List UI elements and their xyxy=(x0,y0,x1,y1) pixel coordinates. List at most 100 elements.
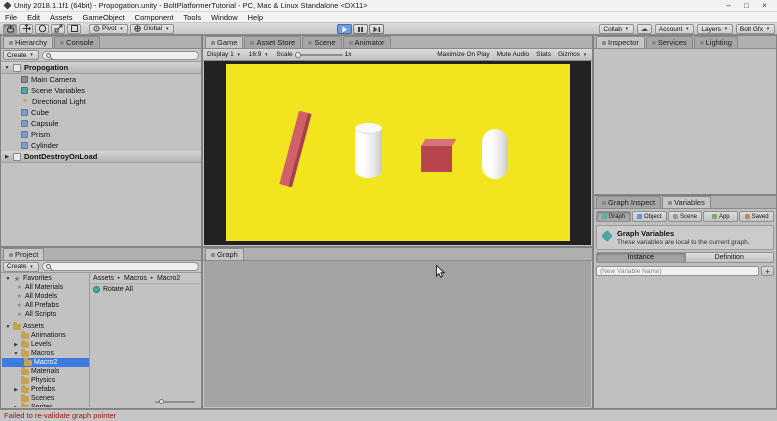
folder-expand-icon[interactable]: ▶ xyxy=(13,342,19,348)
breadcrumb-macro2[interactable]: Macro2 xyxy=(157,275,180,282)
favorite-all-materials[interactable]: ★All Materials xyxy=(2,283,89,292)
favorites-expand-icon[interactable]: ▼ xyxy=(5,276,11,282)
maximize-button[interactable]: □ xyxy=(738,1,755,11)
rect-tool-button[interactable] xyxy=(67,24,81,34)
tab-console[interactable]: Console xyxy=(54,36,100,48)
project-search-input[interactable] xyxy=(53,263,195,271)
gizmos-dropdown[interactable]: Gizmos▾ xyxy=(558,51,588,58)
rotate-tool-button[interactable] xyxy=(35,24,49,34)
aspect-dropdown[interactable]: 16:9▾ xyxy=(249,51,270,58)
stats-button[interactable]: Stats xyxy=(536,51,551,58)
assets-expand-icon[interactable]: ▼ xyxy=(5,324,11,330)
scope-app-button[interactable]: App xyxy=(703,211,738,222)
move-tool-button[interactable] xyxy=(19,24,33,34)
account-dropdown[interactable]: Account ▾ xyxy=(655,24,695,34)
tab-project[interactable]: Project xyxy=(3,248,44,260)
scale-tool-button[interactable] xyxy=(51,24,65,34)
close-button[interactable]: × xyxy=(756,1,773,11)
breadcrumb-macros[interactable]: Macros xyxy=(124,275,147,282)
step-button[interactable] xyxy=(369,24,384,34)
tab-services[interactable]: Services xyxy=(646,36,693,48)
pause-button[interactable] xyxy=(353,24,368,34)
menu-gameobject[interactable]: GameObject xyxy=(83,13,125,22)
hierarchy-item-capsule[interactable]: Capsule xyxy=(1,118,201,129)
hierarchy-item-cube[interactable]: Cube xyxy=(1,107,201,118)
favorites-header[interactable]: ▼★Favorites xyxy=(2,274,89,283)
scene-expand-icon[interactable]: ▼ xyxy=(4,65,10,71)
asset-zoom-slider[interactable] xyxy=(155,401,195,403)
hand-tool-button[interactable] xyxy=(3,24,17,34)
hierarchy-item-main-camera[interactable]: Main Camera xyxy=(1,74,201,85)
folder-animations[interactable]: Animations xyxy=(2,331,89,340)
favorite-all-models[interactable]: ★All Models xyxy=(2,292,89,301)
folder-physics[interactable]: Physics xyxy=(2,376,89,385)
menu-tools[interactable]: Tools xyxy=(183,13,201,22)
layout-dropdown[interactable]: Bolt Gfx ▾ xyxy=(736,24,775,34)
assets-root-row[interactable]: ▼Assets xyxy=(2,322,89,331)
add-variable-button[interactable]: + xyxy=(761,266,774,276)
scene2-expand-icon[interactable]: ▶ xyxy=(4,154,10,160)
folder-sprites[interactable]: ▶Sprites xyxy=(2,403,89,407)
tab-lighting[interactable]: Lighting xyxy=(694,36,738,48)
folder-macro2[interactable]: Macro2 xyxy=(2,358,89,367)
minimize-button[interactable]: – xyxy=(720,1,737,11)
project-create-button[interactable]: Create ▾ xyxy=(3,262,39,272)
menu-component[interactable]: Component xyxy=(135,13,174,22)
tab-hierarchy[interactable]: Hierarchy xyxy=(3,36,53,48)
tab-variables[interactable]: Variables xyxy=(662,196,711,208)
dontdestroyonload-header-row[interactable]: ▶ DontDestroyOnLoad xyxy=(1,151,201,163)
breadcrumb-assets[interactable]: Assets xyxy=(93,275,114,282)
hierarchy-item-scene-variables[interactable]: Scene Variables xyxy=(1,85,201,96)
mute-audio-button[interactable]: Mute Audio xyxy=(497,51,530,58)
game-viewport[interactable] xyxy=(204,61,591,245)
scope-saved-button[interactable]: Saved xyxy=(739,211,774,222)
instance-tab[interactable]: Instance xyxy=(596,252,686,263)
tab-scene[interactable]: Scene xyxy=(302,36,341,48)
new-variable-input[interactable] xyxy=(596,266,759,276)
menu-window[interactable]: Window xyxy=(211,13,238,22)
tab-graph[interactable]: Graph xyxy=(205,248,244,260)
cloud-button[interactable]: ☁ xyxy=(637,24,652,34)
hierarchy-item-directional-light[interactable]: ☀Directional Light xyxy=(1,96,201,107)
hierarchy-item-cylinder[interactable]: Cylinder xyxy=(1,140,201,151)
favorite-all-scripts[interactable]: ★All Scripts xyxy=(2,310,89,319)
play-button[interactable] xyxy=(337,24,352,34)
pivot-toggle-button[interactable]: Pivot ▾ xyxy=(89,24,128,34)
global-toggle-button[interactable]: Global ▾ xyxy=(130,24,174,34)
collab-button[interactable]: Collab ▾ xyxy=(599,24,633,34)
scene-header-row[interactable]: ▼ Propogation xyxy=(1,62,201,74)
hierarchy-search-input[interactable] xyxy=(53,51,195,59)
tab-inspector[interactable]: Inspector xyxy=(596,36,645,48)
menu-assets[interactable]: Assets xyxy=(50,13,73,22)
scale-slider-knob[interactable] xyxy=(295,52,301,58)
folder-levels[interactable]: ▶Levels xyxy=(2,340,89,349)
folder-macros[interactable]: ▼Macros xyxy=(2,349,89,358)
folder-expand-icon[interactable]: ▼ xyxy=(13,351,19,357)
folder-scenes[interactable]: Scenes xyxy=(2,394,89,403)
graph-canvas[interactable] xyxy=(204,261,591,407)
layers-dropdown[interactable]: Layers ▾ xyxy=(697,24,733,34)
menu-help[interactable]: Help xyxy=(248,13,263,22)
favorite-all-prefabs[interactable]: ★All Prefabs xyxy=(2,301,89,310)
hierarchy-create-button[interactable]: Create ▾ xyxy=(3,50,39,60)
asset-zoom-knob[interactable] xyxy=(159,399,164,404)
definition-tab[interactable]: Definition xyxy=(686,252,775,263)
scope-graph-button[interactable]: Graph xyxy=(596,211,631,222)
folder-materials[interactable]: Materials xyxy=(2,367,89,376)
tab-animator[interactable]: Animator xyxy=(343,36,391,48)
tab-game[interactable]: Game xyxy=(205,36,243,48)
scope-object-button[interactable]: Object xyxy=(632,211,667,222)
status-bar[interactable]: Failed to re-validate graph pointer xyxy=(0,409,777,421)
maximize-on-play-button[interactable]: Maximize On Play xyxy=(437,51,489,58)
menu-edit[interactable]: Edit xyxy=(27,13,40,22)
tab-graph-inspector[interactable]: Graph Inspect xyxy=(596,196,661,208)
folder-expand-icon[interactable]: ▶ xyxy=(13,405,19,408)
scale-slider[interactable] xyxy=(295,54,343,56)
display-dropdown[interactable]: Display 1▾ xyxy=(207,51,242,58)
scope-scene-button[interactable]: Scene xyxy=(668,211,703,222)
hierarchy-item-prism[interactable]: Prism xyxy=(1,129,201,140)
menu-file[interactable]: File xyxy=(5,13,17,22)
asset-rotate-all[interactable]: Rotate All xyxy=(90,284,200,294)
tab-asset-store[interactable]: Asset Store xyxy=(244,36,301,48)
folder-prefabs[interactable]: ▶Prefabs xyxy=(2,385,89,394)
